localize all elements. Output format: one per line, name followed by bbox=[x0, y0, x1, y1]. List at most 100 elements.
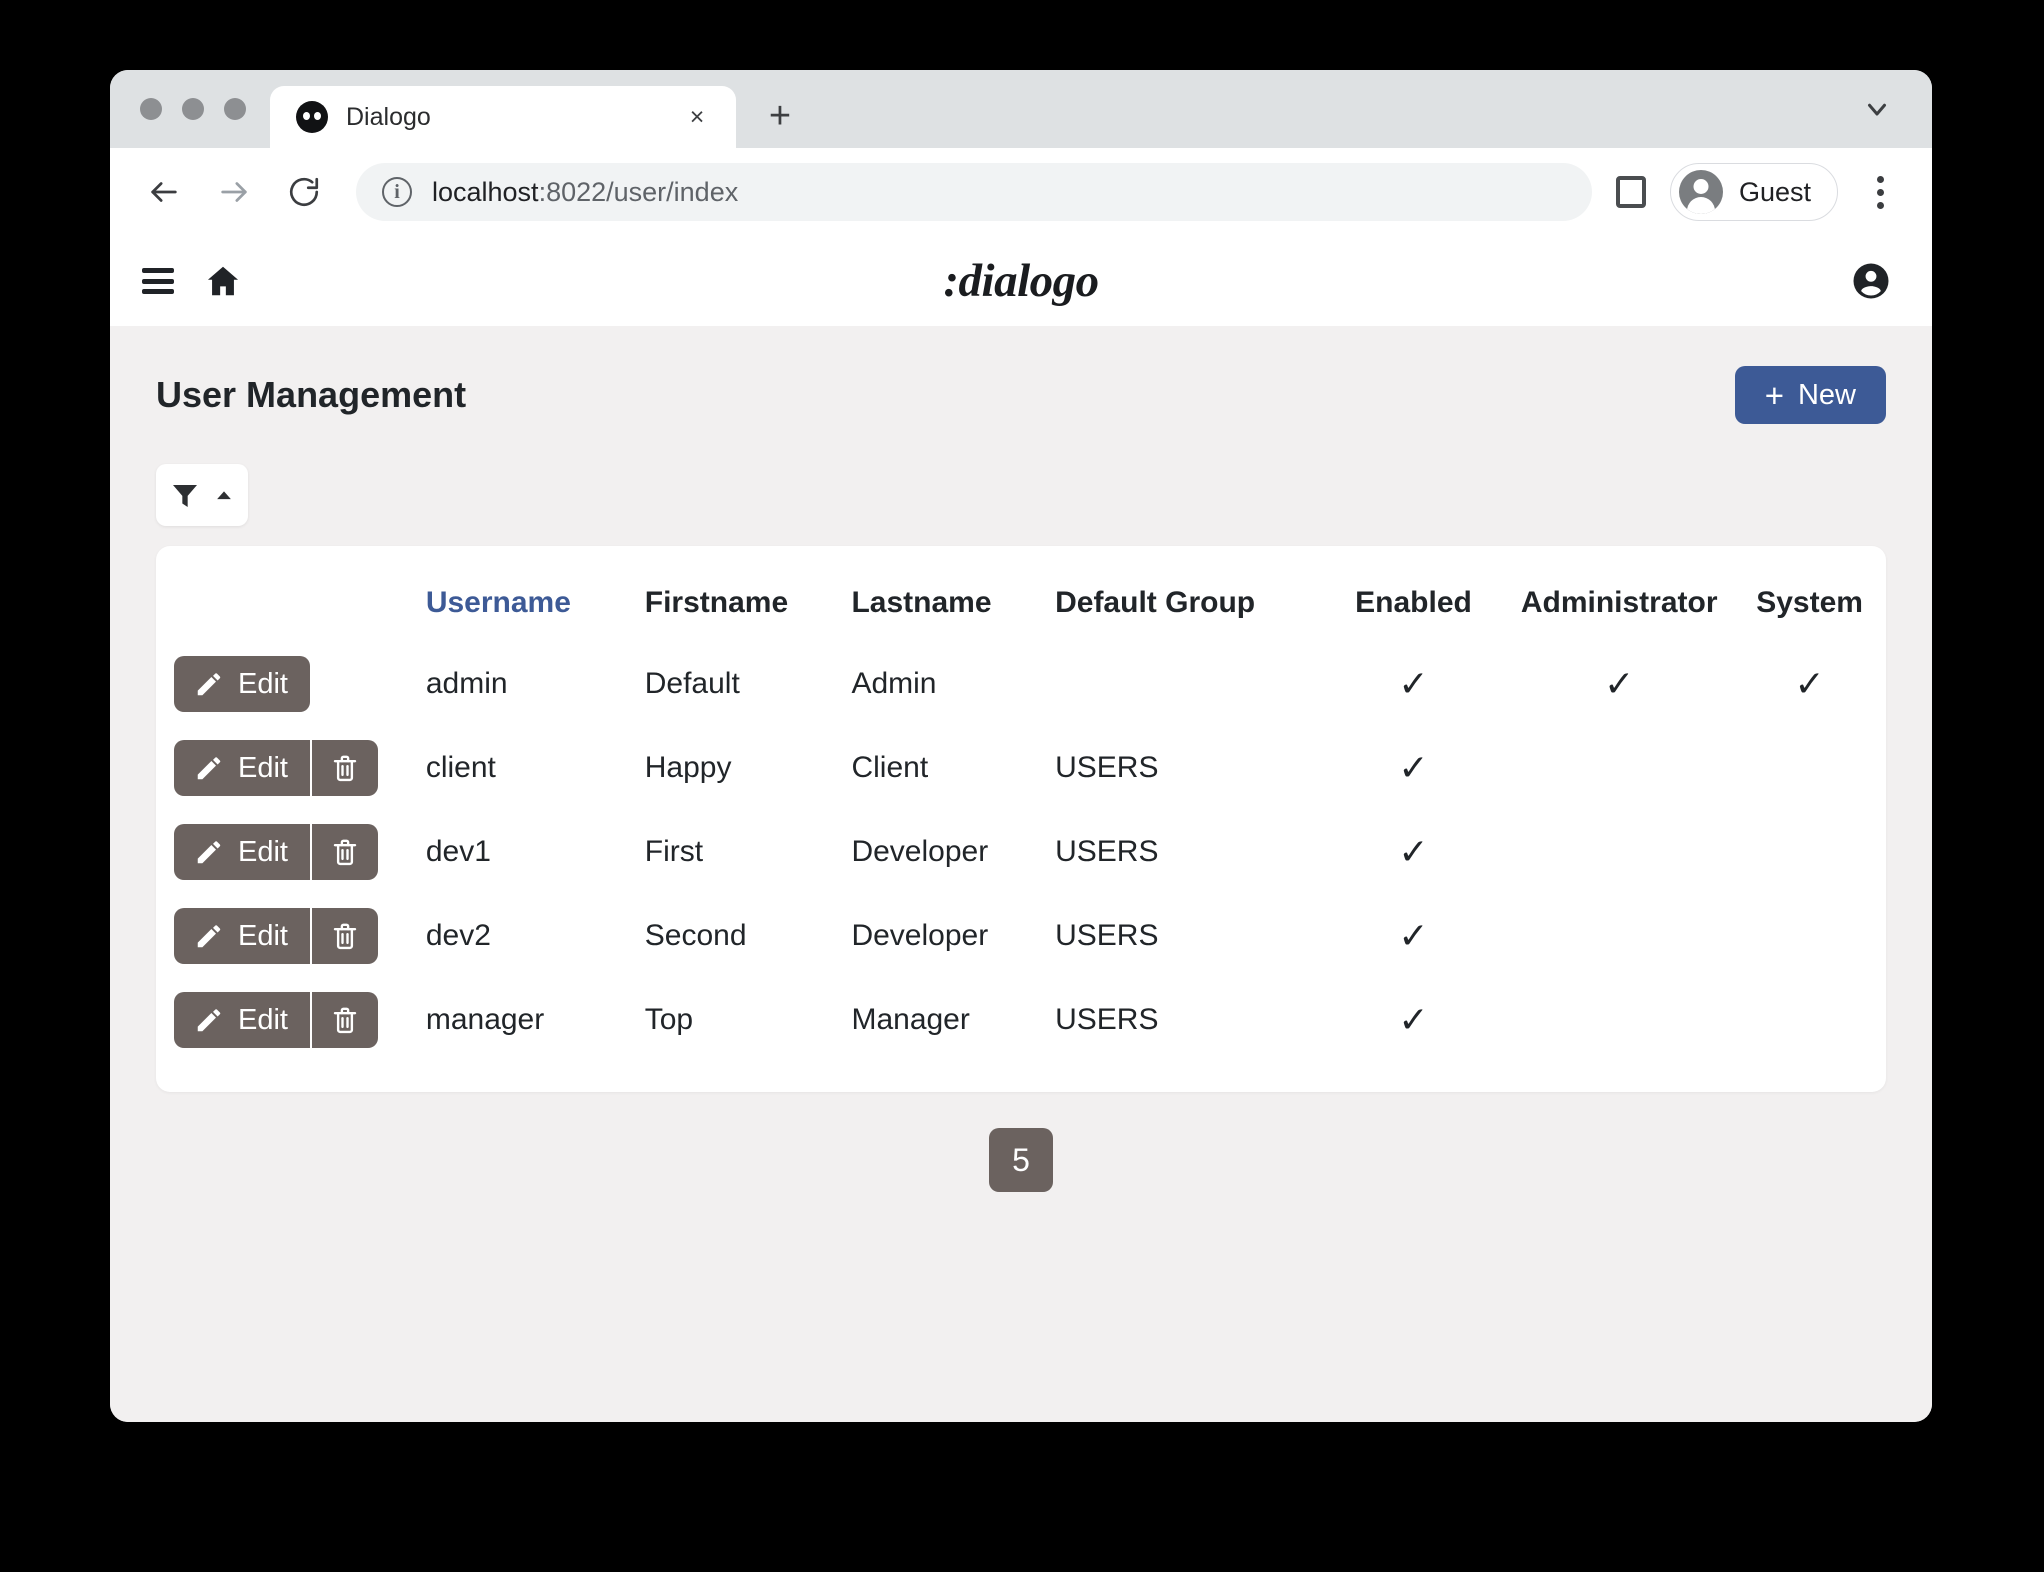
cell-administrator bbox=[1505, 894, 1733, 978]
page-number-button[interactable]: 5 bbox=[989, 1128, 1053, 1192]
cell-firstname: Second bbox=[644, 919, 747, 952]
cell-administrator bbox=[1505, 978, 1733, 1062]
users-table: Username Firstname Lastname Default Grou… bbox=[156, 572, 1886, 1062]
column-header-administrator[interactable]: Administrator bbox=[1505, 572, 1733, 642]
cell-lastname: Manager bbox=[851, 1003, 970, 1036]
trash-icon bbox=[330, 921, 360, 951]
edit-button-label: Edit bbox=[238, 1003, 288, 1036]
cell-enabled: ✓ bbox=[1398, 747, 1429, 788]
row-action-group: Edit bbox=[174, 824, 378, 880]
app-header-left bbox=[142, 262, 242, 300]
row-action-group: Edit bbox=[174, 740, 378, 796]
edit-button[interactable]: Edit bbox=[174, 992, 312, 1048]
column-header-default-group[interactable]: Default Group bbox=[1055, 572, 1322, 642]
tab-strip: Dialogo × + bbox=[110, 70, 1932, 148]
new-tab-button[interactable]: + bbox=[750, 86, 810, 146]
users-table-card: Username Firstname Lastname Default Grou… bbox=[156, 546, 1886, 1092]
trash-icon bbox=[330, 837, 360, 867]
page-title-row: User Management + New bbox=[156, 326, 1886, 424]
row-actions-cell: Edit bbox=[156, 894, 426, 978]
cell-system bbox=[1733, 978, 1886, 1062]
profile-button[interactable]: Guest bbox=[1669, 163, 1838, 221]
filter-toggle-button[interactable] bbox=[156, 464, 248, 526]
pencil-icon bbox=[194, 669, 224, 699]
chevron-down-icon[interactable] bbox=[1860, 92, 1894, 126]
cell-system bbox=[1733, 726, 1886, 810]
edit-button[interactable]: Edit bbox=[174, 740, 312, 796]
window-traffic-lights bbox=[110, 70, 270, 148]
cell-lastname: Admin bbox=[851, 667, 937, 700]
edit-button[interactable]: Edit bbox=[174, 824, 312, 880]
browser-window: Dialogo × + i localhost:8022/user/index … bbox=[110, 70, 1932, 1422]
pencil-icon bbox=[194, 921, 224, 951]
cell-lastname: Developer bbox=[851, 919, 989, 952]
cell-firstname: Happy bbox=[644, 751, 732, 784]
delete-button[interactable] bbox=[311, 908, 378, 964]
cell-system bbox=[1733, 894, 1886, 978]
cell-default-group: USERS bbox=[1055, 919, 1159, 952]
edit-button-label: Edit bbox=[238, 835, 288, 868]
edit-button[interactable]: Edit bbox=[174, 908, 312, 964]
cell-default-group bbox=[1055, 642, 1322, 726]
back-button[interactable] bbox=[132, 160, 196, 224]
url-host: localhost bbox=[432, 176, 539, 207]
close-tab-icon[interactable]: × bbox=[680, 100, 714, 134]
table-row: Edit manager Top Manager USERS ✓ bbox=[156, 978, 1886, 1062]
cell-username: manager bbox=[425, 1003, 545, 1036]
filter-funnel-icon bbox=[169, 479, 201, 511]
edit-button[interactable]: Edit bbox=[174, 656, 310, 712]
cell-username: client bbox=[425, 751, 496, 784]
column-header-system[interactable]: System bbox=[1733, 572, 1886, 642]
new-button-label: New bbox=[1797, 378, 1856, 411]
column-header-username[interactable]: Username bbox=[426, 572, 645, 642]
delete-button[interactable] bbox=[311, 740, 378, 796]
minimize-window-button[interactable] bbox=[182, 98, 204, 120]
caret-up-icon bbox=[213, 484, 235, 506]
edit-button-label: Edit bbox=[238, 751, 288, 784]
cell-firstname: Top bbox=[644, 1003, 694, 1036]
pencil-icon bbox=[194, 753, 224, 783]
cell-system bbox=[1733, 810, 1886, 894]
maximize-window-button[interactable] bbox=[224, 98, 246, 120]
column-header-lastname[interactable]: Lastname bbox=[851, 572, 1055, 642]
address-bar[interactable]: i localhost:8022/user/index bbox=[356, 163, 1592, 221]
hamburger-icon[interactable] bbox=[142, 268, 174, 294]
browser-tab[interactable]: Dialogo × bbox=[270, 86, 736, 148]
column-header-firstname[interactable]: Firstname bbox=[645, 572, 852, 642]
profile-name: Guest bbox=[1738, 176, 1811, 207]
forward-button[interactable] bbox=[202, 160, 266, 224]
cell-enabled: ✓ bbox=[1398, 831, 1429, 872]
app-logo: :dialogo bbox=[943, 255, 1099, 307]
pagination: 5 bbox=[156, 1128, 1886, 1192]
cell-administrator bbox=[1505, 726, 1733, 810]
plus-icon: + bbox=[1764, 376, 1784, 414]
table-row: Edit dev2 Second Developer USERS ✓ bbox=[156, 894, 1886, 978]
side-panel-icon[interactable] bbox=[1615, 176, 1646, 208]
edit-button-label: Edit bbox=[238, 667, 288, 700]
pencil-icon bbox=[194, 837, 224, 867]
delete-button[interactable] bbox=[311, 824, 378, 880]
account-circle-icon[interactable] bbox=[1850, 260, 1892, 302]
edit-button-label: Edit bbox=[238, 919, 288, 952]
cell-default-group: USERS bbox=[1055, 751, 1159, 784]
row-actions-cell: Edit bbox=[156, 726, 426, 810]
home-icon[interactable] bbox=[204, 262, 242, 300]
cell-administrator: ✓ bbox=[1604, 663, 1635, 704]
cell-firstname: Default bbox=[644, 667, 740, 700]
cell-default-group: USERS bbox=[1055, 1003, 1159, 1036]
cell-username: dev1 bbox=[425, 835, 491, 868]
new-button[interactable]: + New bbox=[1734, 366, 1886, 424]
delete-button[interactable] bbox=[311, 992, 378, 1048]
cell-username: dev2 bbox=[425, 919, 491, 952]
row-action-group: Edit bbox=[174, 908, 378, 964]
users-table-body: Edit admin Default Admin ✓ ✓ ✓ Edit client Happy C… bbox=[156, 642, 1886, 1062]
pencil-icon bbox=[194, 1005, 224, 1035]
close-window-button[interactable] bbox=[140, 98, 162, 120]
three-dot-menu-icon[interactable] bbox=[1852, 160, 1908, 224]
cell-administrator bbox=[1505, 810, 1733, 894]
reload-button[interactable] bbox=[272, 160, 336, 224]
site-info-icon[interactable]: i bbox=[382, 177, 412, 207]
column-header-enabled[interactable]: Enabled bbox=[1322, 572, 1505, 642]
tab-title: Dialogo bbox=[346, 102, 431, 131]
row-actions-cell: Edit bbox=[156, 978, 426, 1062]
